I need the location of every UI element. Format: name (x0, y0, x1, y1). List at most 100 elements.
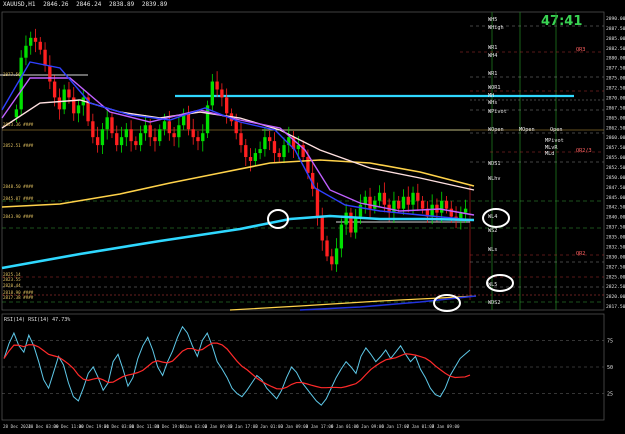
candle-body (272, 141, 277, 154)
price-axis-label: 2845.00 (606, 195, 625, 201)
price-axis-label: 2835.00 (606, 235, 625, 241)
white-ma (1, 99, 475, 191)
price-axis-label: 2877.50 (606, 66, 625, 72)
candle-body (411, 192, 415, 205)
price-chart[interactable]: WH5 WHigh WR1 WH4 WR1 WOR1 MHWHs WPivot WOpen MOp… (0, 0, 625, 434)
time-axis-label: 6 Jan 09:00 (356, 424, 384, 429)
candle-body (95, 137, 100, 146)
candle-body (24, 45, 28, 58)
price-axis-label: 2825.00 (606, 274, 625, 280)
rsi-level-label: 75 (607, 339, 613, 345)
candle-body (215, 81, 219, 90)
time-axis-label: 3 Jan 09:00 (280, 424, 308, 429)
candle-body (100, 129, 105, 146)
candle-body (430, 204, 434, 217)
level-label: WHs (488, 100, 497, 106)
candle-body (449, 208, 453, 217)
candle-body (196, 137, 200, 142)
price-axis-label: 2867.50 (606, 105, 625, 111)
candle-body (14, 109, 19, 118)
candle-body (143, 125, 148, 134)
level-label: WDS2 (488, 300, 501, 306)
level-label: WHigh (488, 25, 504, 31)
candle-body (444, 200, 449, 209)
price-axis-label: 2890.00 (606, 16, 625, 22)
candle-body (29, 37, 33, 46)
left-price-tag: 2823.55 (3, 277, 21, 282)
candle-body (52, 81, 57, 98)
candle-body (148, 125, 152, 138)
candle-body (191, 129, 195, 138)
candle-body (320, 216, 324, 241)
price-axis-label: 2850.00 (606, 175, 625, 181)
candle-body (210, 81, 214, 106)
candle-body (48, 65, 52, 82)
price-axis-label: 2830.00 (606, 254, 625, 260)
candle-body (306, 157, 310, 173)
candle-body (354, 216, 358, 233)
quarter-level-label: QR3 (576, 47, 585, 53)
level-label: WLhv (488, 176, 501, 182)
rsi-level-label: 25 (607, 392, 613, 398)
time-axis-label: 2 Jan 17:00 (230, 424, 258, 429)
left-price-tag: 2853.36 #### (3, 122, 34, 127)
level-label: WL4 (488, 214, 497, 220)
candle-body (368, 196, 372, 209)
left-price-tag: 2843.90 #### (3, 214, 34, 219)
candle-body (268, 137, 272, 142)
price-axis-label: 2880.00 (606, 56, 625, 62)
level-label: WL5 (488, 282, 497, 288)
candle-body (162, 121, 167, 130)
candlesticks[interactable] (14, 28, 468, 272)
candle-body (119, 137, 124, 146)
candle-body (153, 137, 157, 142)
left-price-tag: 2845.07 #### (3, 196, 34, 201)
time-axis-label: 28 Dec 2024 (3, 424, 31, 429)
rsi-label: RSI(14) RSI(14) 47.73% (4, 317, 70, 323)
candle-body (315, 188, 320, 217)
time-axis[interactable]: 28 Dec 202430 Dec 03:0030 Dec 11:0030 De… (3, 424, 460, 429)
price-axis-label: 2840.00 (606, 215, 625, 221)
price-axis[interactable]: 2890.00 2887.50 2885.00 2882.50 2880.00 2877.… (606, 16, 625, 310)
time-axis-label: 7 Jan 09:00 (432, 424, 460, 429)
candle-body (186, 113, 191, 130)
candle-body (167, 121, 171, 134)
price-axis-label: 2882.50 (606, 46, 625, 52)
candle-body (382, 192, 387, 205)
level-label: WDS1 (488, 161, 501, 167)
candle-body (224, 97, 229, 114)
candle-body (401, 196, 406, 209)
price-axis-label: 2822.50 (606, 284, 625, 290)
left-price-tag: 2852.51 #### (3, 143, 34, 148)
candle-body (325, 240, 329, 257)
candle-body (105, 117, 109, 130)
candle-body (373, 200, 377, 209)
candle-body (392, 200, 396, 213)
rsi-indicator-pane[interactable]: RSI(14) RSI(14) 47.73% 75 50 25 (2, 317, 613, 406)
candle-body (244, 145, 248, 158)
candle-body (330, 256, 334, 265)
cyan-ma-200 (1, 214, 475, 270)
time-axis-label: 7 Jan 01:00 (407, 424, 435, 429)
level-label: WLs (488, 247, 497, 253)
time-axis-label: 3 Jan 01:00 (255, 424, 283, 429)
candle-body (110, 117, 114, 134)
trading-chart-window: XAUUSD,H1 2846.26 2846.24 2838.89 2839.8… (0, 0, 625, 434)
level-label: Open (550, 127, 563, 133)
left-price-tag: 2877.56 (3, 72, 21, 77)
level-label: WPivot (488, 109, 507, 115)
candle-body (397, 200, 401, 209)
candle-body (239, 133, 243, 146)
level-label: WH4 (488, 53, 497, 59)
candle-body (76, 105, 81, 114)
candle-body (277, 153, 281, 158)
quarter-level-label: QR2 (576, 251, 585, 257)
candle-body (420, 200, 425, 209)
candle-body (220, 89, 224, 98)
level-label: WR1 (488, 71, 497, 77)
chart-grid (1, 11, 605, 421)
level-label: WR1 (488, 45, 497, 51)
candle-body (334, 248, 339, 265)
left-price-tag: 2820.44 (3, 283, 21, 288)
candle-body (253, 153, 258, 161)
